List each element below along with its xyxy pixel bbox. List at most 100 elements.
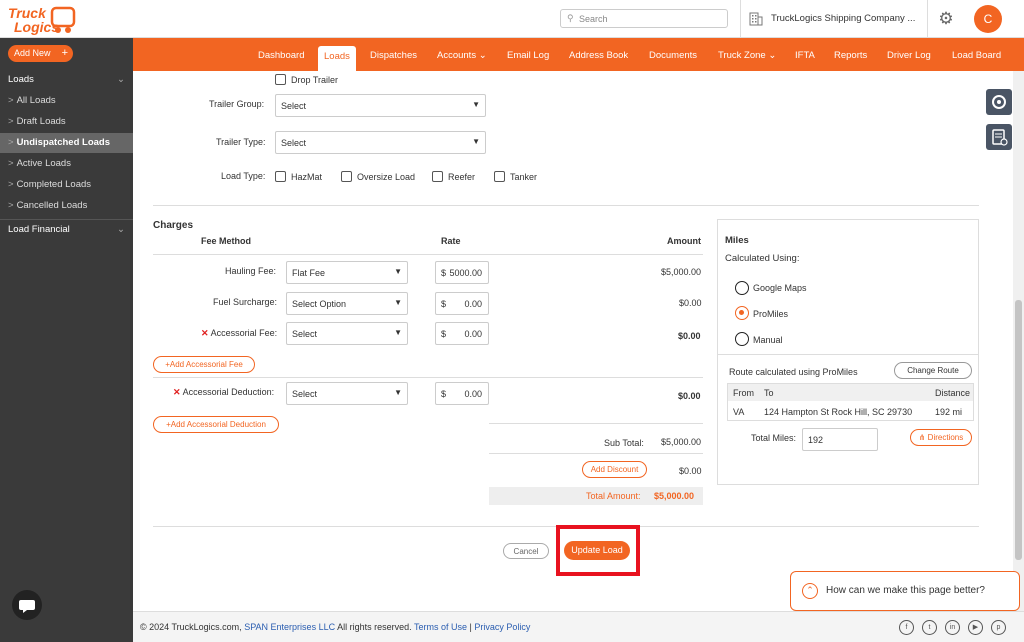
tanker-checkbox[interactable]: [494, 171, 505, 182]
chevron-right-icon: >: [8, 200, 14, 211]
facebook-icon[interactable]: f: [899, 620, 914, 635]
reefer-label: Reefer: [448, 172, 476, 182]
total-miles-input[interactable]: 192: [802, 428, 878, 451]
notes-tool-button[interactable]: [986, 124, 1012, 150]
sidebar-item-completed-loads[interactable]: > Completed Loads: [0, 175, 133, 195]
manual-label: Manual: [753, 335, 783, 345]
avatar[interactable]: C: [974, 5, 1002, 33]
scrollbar-thumb[interactable]: [1015, 300, 1022, 560]
sidebar-section-loads-label: Loads: [8, 74, 34, 85]
sidebar-item-all-loads[interactable]: > All Loads: [0, 91, 133, 111]
pinterest-icon[interactable]: p: [991, 620, 1006, 635]
sidebar-item-cancelled-loads[interactable]: > Cancelled Loads: [0, 196, 133, 216]
trailer-type-select[interactable]: Select ▼: [275, 131, 486, 154]
route-row-from: VA: [733, 407, 745, 417]
radio-google-maps[interactable]: [735, 281, 749, 295]
nav-documents[interactable]: Documents: [649, 50, 697, 61]
sidebar-item-label: Cancelled Loads: [16, 200, 88, 211]
nav-ifta[interactable]: IFTA: [795, 50, 815, 61]
trailer-type-value: Select: [281, 138, 307, 148]
accessorial-fee-amount: $0.00: [678, 331, 701, 341]
route-table-header: From To Distance: [728, 384, 973, 401]
nav-driver-log[interactable]: Driver Log: [887, 50, 931, 61]
tanker-label: Tanker: [510, 172, 538, 182]
footer-sep: |: [469, 622, 472, 632]
trailer-group-select[interactable]: Select ▼: [275, 94, 486, 117]
trucklogics-logo[interactable]: Truck Logics: [8, 5, 76, 35]
hauling-fee-rate-input[interactable]: $ 5000.00: [435, 261, 489, 284]
hazmat-checkbox[interactable]: [275, 171, 286, 182]
nav-reports[interactable]: Reports: [834, 50, 867, 61]
gear-icon[interactable]: ⚙: [932, 8, 960, 30]
nav-load-board[interactable]: Load Board: [952, 50, 1001, 61]
add-discount-button[interactable]: Add Discount: [582, 461, 647, 478]
feedback-widget[interactable]: ⌃ How can we make this page better?: [790, 571, 1020, 611]
company-selector[interactable]: TruckLogics Shipping Company ...: [740, 0, 928, 38]
charges-title: Charges: [153, 220, 194, 231]
hauling-fee-method-select[interactable]: Flat Fee ▼: [286, 261, 408, 284]
chat-widget-button[interactable]: [12, 590, 42, 620]
nav-accounts[interactable]: Accounts ⌄: [437, 50, 487, 61]
currency-symbol: $: [441, 268, 447, 278]
fuel-surcharge-rate-value: 0.00: [464, 299, 482, 309]
trailer-group-label: Trailer Group:: [209, 99, 265, 109]
chevron-right-icon: >: [8, 116, 14, 127]
remove-accessorial-fee-icon[interactable]: ✕: [201, 328, 209, 338]
divider: [153, 377, 703, 378]
linkedin-icon[interactable]: in: [945, 620, 960, 635]
fuel-surcharge-method-select[interactable]: Select Option ▼: [286, 292, 408, 315]
drop-trailer-checkbox[interactable]: [275, 74, 286, 85]
cancel-button[interactable]: Cancel: [503, 543, 549, 559]
sidebar-item-draft-loads[interactable]: > Draft Loads: [0, 112, 133, 132]
sidebar-section-load-financial[interactable]: Load Financial ⌄: [0, 219, 133, 238]
divider: [489, 423, 703, 424]
add-accessorial-deduction-button[interactable]: +Add Accessorial Deduction: [153, 416, 279, 433]
search-input[interactable]: ⚲ Search: [560, 9, 728, 28]
accessorial-deduction-rate-input[interactable]: $ 0.00: [435, 382, 489, 405]
route-row-to: 124 Hampton St Rock Hill, SC 29730: [764, 407, 913, 417]
footer: © 2024 TruckLogics.com, SPAN Enterprises…: [133, 611, 1024, 642]
radio-promiles[interactable]: [735, 306, 749, 320]
fuel-surcharge-rate-input[interactable]: $ 0.00: [435, 292, 489, 315]
accessorial-fee-rate-value: 0.00: [464, 329, 482, 339]
nav-loads[interactable]: Loads: [318, 46, 356, 71]
chevron-down-icon: ▼: [394, 267, 402, 276]
add-new-label: Add New: [14, 48, 51, 58]
total-miles-value: 192: [808, 435, 824, 445]
building-icon: [749, 12, 763, 26]
change-route-button[interactable]: Change Route: [894, 362, 972, 379]
radio-manual[interactable]: [735, 332, 749, 346]
divider: [718, 354, 978, 355]
sidebar-section-loads[interactable]: Loads ⌄: [0, 70, 133, 89]
footer-terms-link[interactable]: Terms of Use: [414, 622, 467, 632]
reefer-checkbox[interactable]: [432, 171, 443, 182]
nav-dashboard[interactable]: Dashboard: [258, 50, 304, 61]
nav-address-book[interactable]: Address Book: [569, 50, 628, 61]
chevron-right-icon: >: [8, 137, 14, 148]
settings-tool-button[interactable]: [986, 89, 1012, 115]
sidebar-item-label: Draft Loads: [16, 116, 66, 127]
sidebar-item-undispatched-loads[interactable]: > Undispatched Loads: [0, 133, 133, 153]
nav-truck-zone[interactable]: Truck Zone ⌄: [718, 50, 776, 61]
footer-span-link[interactable]: SPAN Enterprises LLC: [244, 622, 335, 632]
remove-accessorial-deduction-icon[interactable]: ✕: [173, 387, 181, 397]
currency-symbol: $: [441, 329, 447, 339]
add-new-button[interactable]: Add New +: [8, 45, 73, 62]
add-accessorial-fee-button[interactable]: +Add Accessorial Fee: [153, 356, 255, 373]
footer-privacy-link[interactable]: Privacy Policy: [474, 622, 530, 632]
sidebar-item-active-loads[interactable]: > Active Loads: [0, 154, 133, 174]
accessorial-deduction-method-select[interactable]: Select ▼: [286, 382, 408, 405]
oversize-load-checkbox[interactable]: [341, 171, 352, 182]
nav-dispatches[interactable]: Dispatches: [370, 50, 417, 61]
route-col-to: To: [764, 388, 774, 398]
accessorial-fee-method-select[interactable]: Select ▼: [286, 322, 408, 345]
youtube-icon[interactable]: ▶: [968, 620, 983, 635]
nav-email-log[interactable]: Email Log: [507, 50, 549, 61]
directions-button[interactable]: ⋔ Directions: [910, 429, 972, 446]
accessorial-deduction-method-value: Select: [292, 389, 318, 399]
load-type-label: Load Type:: [221, 171, 266, 181]
chevron-down-icon: ▼: [394, 298, 402, 307]
nav-truck-zone-label: Truck Zone: [718, 50, 766, 61]
accessorial-fee-rate-input[interactable]: $ 0.00: [435, 322, 489, 345]
twitter-icon[interactable]: t: [922, 620, 937, 635]
